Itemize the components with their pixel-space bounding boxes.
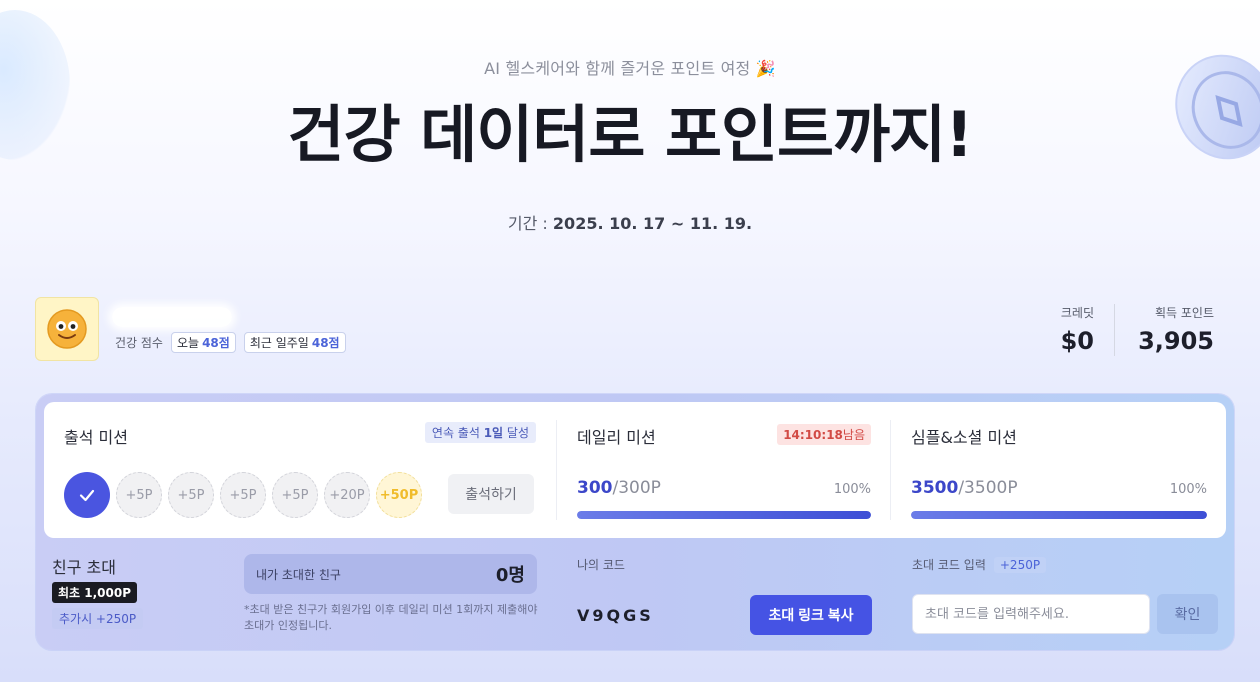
my-code: V9QGS [577,606,654,625]
streak-count: 1일 [483,426,504,440]
stamp-reward: +5P [272,472,318,518]
streak-prefix: 연속 출석 [431,426,484,440]
first-invite-badge: 최초 1,000P [52,582,138,603]
credit-value: $0 [1060,327,1094,355]
username-redacted [112,307,232,327]
week-score-pill: 최근 일주일 48점 [243,332,346,353]
points-stat: 획득 포인트 3,905 [1138,304,1214,355]
attendance-title: 출석 미션 [64,428,128,447]
period-value: 2025. 10. 17 ~ 11. 19. [552,214,753,233]
week-score: 48점 [311,336,340,350]
health-score-row: 건강 점수 오늘 48점 최근 일주일 48점 [115,332,346,353]
invited-label: 내가 초대한 친구 [256,567,341,582]
daily-percent: 100% [833,482,871,497]
daily-progress-bar [577,511,871,519]
daily-current: 300 [577,478,613,498]
today-score-pill: 오늘 48점 [170,332,236,353]
daily-title: 데일리 미션 [577,428,656,447]
social-progress-fill [911,511,1207,519]
social-total: /3500P [958,478,1018,498]
period-label: 기간 : [507,214,548,233]
stamp-checked [64,472,110,518]
timer-suffix: 남음 [842,428,865,442]
stat-divider [1114,304,1115,356]
social-title: 심플&소셜 미션 [911,428,1017,447]
credit-stat: 크레딧 $0 [1061,304,1094,355]
health-score-label: 건강 점수 [115,336,163,350]
daily-progress-value: 300/300P [577,478,661,498]
today-label: 오늘 [176,336,200,350]
stamp-reward-bonus: +50P [376,472,422,518]
attendance-mission: 출석 미션 연속 출석 1일 달성 +5P +5P +5P +5P +20P +… [44,402,556,538]
mission-card: 출석 미션 연속 출석 1일 달성 +5P +5P +5P +5P +20P +… [44,402,1226,538]
copy-invite-link-button[interactable]: 초대 링크 복사 [750,595,872,635]
invited-count: 0명 [495,565,525,586]
invite-code-input[interactable] [912,594,1150,634]
invite-title: 친구 초대 [52,558,116,577]
code-input-bonus: +250P [993,556,1047,573]
additional-invite-badge: 추가시 +250P [52,608,144,629]
invite-note: *초대 받은 친구가 회원가입 이후 데일리 미션 1회까지 제출해야 초대가 … [244,603,538,632]
invited-friends-box: 내가 초대한 친구 0명 [244,554,537,594]
credit-label: 크레딧 [1060,306,1094,320]
event-period: 기간 : 2025. 10. 17 ~ 11. 19. [0,210,1260,234]
social-percent: 100% [1169,482,1207,497]
timer-badge: 14:10:18남음 [777,424,871,445]
streak-suffix: 달성 [503,426,529,440]
my-code-label: 나의 코드 [577,558,625,572]
daily-progress-fill [577,511,871,519]
stamp-reward: +20P [324,472,370,518]
social-current: 3500 [911,478,959,498]
daily-mission: 데일리 미션 14:10:18남음 300/300P 100% [556,420,891,520]
page-title: 건강 데이터로 포인트까지! [287,98,974,171]
checkin-button[interactable]: 출석하기 [448,474,534,514]
social-progress-value: 3500/3500P [911,478,1018,498]
social-mission: 심플&소셜 미션 3500/3500P 100% [890,420,1227,520]
check-icon [79,489,95,502]
hero-subtitle: AI 헬스케어와 함께 즐거운 포인트 여정 🎉 [484,59,776,78]
social-progress-bar [911,511,1207,519]
today-score: 48점 [202,336,230,350]
timer-value: 14:10:18 [783,428,843,442]
confirm-button[interactable]: 확인 [1157,594,1218,634]
avatar [35,297,99,361]
code-input-label: 초대 코드 입력 +250P [912,556,1047,573]
daily-total: /300P [612,478,661,498]
code-input-label-text: 초대 코드 입력 [912,558,986,572]
week-label: 최근 일주일 [249,336,309,350]
mission-panel: 출석 미션 연속 출석 1일 달성 +5P +5P +5P +5P +20P +… [36,394,1234,650]
smiley-avatar-icon [47,309,87,349]
points-label: 획득 포인트 [1154,306,1214,320]
attendance-stamps: +5P +5P +5P +5P +20P +50P [64,472,422,518]
streak-badge: 연속 출석 1일 달성 [424,422,536,443]
stamp-reward: +5P [220,472,266,518]
points-value: 3,905 [1138,327,1214,355]
stamp-reward: +5P [168,472,214,518]
stamp-reward: +5P [116,472,162,518]
